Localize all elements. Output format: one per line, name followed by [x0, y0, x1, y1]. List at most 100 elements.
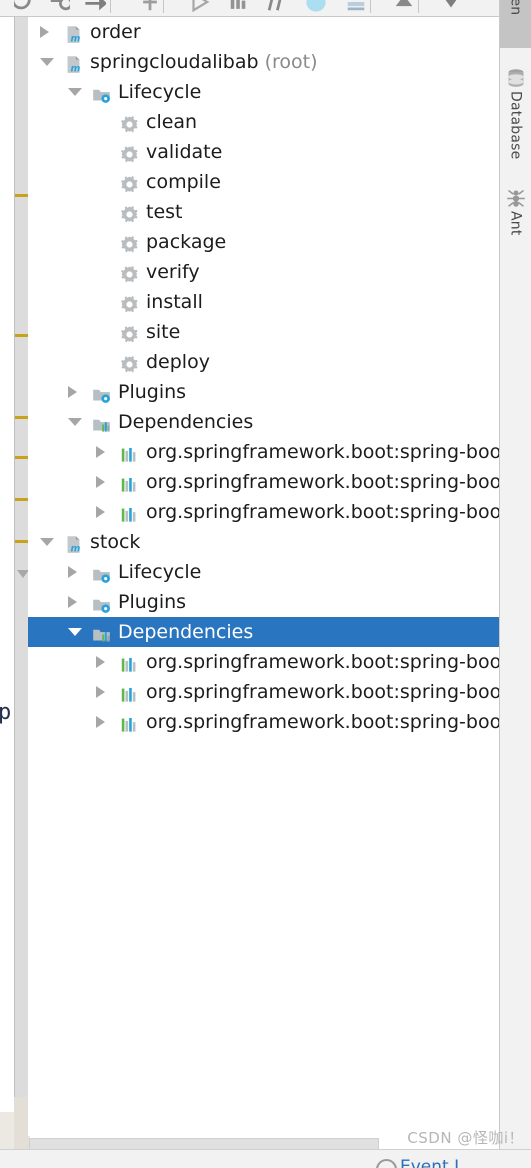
tree-row-verify[interactable]: verify	[28, 257, 500, 287]
show-dependencies-icon[interactable]	[345, 0, 367, 13]
tree-row-test[interactable]: test	[28, 197, 500, 227]
tree-row-clean[interactable]: clean	[28, 107, 500, 137]
chevron-right-icon[interactable]	[96, 686, 105, 698]
goal-gear-icon	[120, 353, 139, 373]
tree-row-dependencies[interactable]: Dependencies	[28, 617, 500, 647]
tree-row-lifecycle[interactable]: Lifecycle	[28, 557, 500, 587]
chevron-right-icon[interactable]	[96, 506, 105, 518]
chevron-right-icon[interactable]	[96, 716, 105, 728]
tree-row-label: org.springframework.boot:spring-boot-sta…	[146, 711, 500, 733]
chevron-down-icon[interactable]	[40, 58, 54, 66]
toolbar-separator	[418, 0, 419, 13]
change-marker[interactable]	[15, 334, 29, 337]
tree-row-site[interactable]: site	[28, 317, 500, 347]
maven-module-icon: m	[64, 23, 83, 45]
maven-projects-tree[interactable]: m order m springcloudalibab (root) Lifecycle…	[28, 17, 500, 1136]
plugins-folder-icon	[92, 593, 111, 613]
chevron-right-icon[interactable]	[96, 656, 105, 668]
chevron-down-icon[interactable]	[68, 628, 82, 636]
tree-row-springcloudalibab[interactable]: m springcloudalibab (root)	[28, 47, 500, 77]
editor-sliver: p	[0, 16, 14, 1168]
tree-row-deploy[interactable]: deploy	[28, 347, 500, 377]
collapse-all-icon[interactable]	[393, 0, 415, 13]
tree-row-dependency[interactable]: org.springframework.boot:spring-boot-sta…	[28, 677, 500, 707]
database-icon	[506, 68, 526, 88]
tree-row-label: Dependencies	[118, 411, 254, 433]
tree-row-plugins[interactable]: Plugins	[28, 377, 500, 407]
side-tab-label: Database	[507, 91, 524, 160]
tree-row-label: org.springframework.boot:spring-boot-sta…	[146, 441, 500, 463]
side-tab-label: Ant	[507, 211, 524, 236]
chevron-right-icon[interactable]	[96, 476, 105, 488]
execute-maven-goal-icon[interactable]	[228, 0, 250, 13]
tree-row-label: Plugins	[118, 381, 187, 403]
refresh-icon[interactable]	[11, 0, 36, 13]
lifecycle-folder-icon	[92, 83, 111, 103]
tree-row-dependency[interactable]: org.springframework.boot:spring-boot-sta…	[28, 647, 500, 677]
goal-gear-icon	[120, 293, 139, 313]
generate-sources-icon[interactable]	[48, 0, 73, 13]
tree-row-dependency[interactable]: org.springframework.boot:spring-boot-sta…	[28, 707, 500, 737]
side-tab-maven[interactable]: ven	[500, 0, 531, 48]
side-tab-database[interactable]: Database	[500, 62, 531, 182]
toggle-offline-mode-icon[interactable]	[265, 0, 287, 13]
change-marker[interactable]	[15, 498, 29, 501]
maven-module-icon: m	[64, 53, 83, 75]
tree-row-package[interactable]: package	[28, 227, 500, 257]
tree-row-compile[interactable]: compile	[28, 167, 500, 197]
chevron-right-icon[interactable]	[68, 596, 77, 608]
ant-icon	[506, 188, 526, 208]
add-maven-project-icon[interactable]	[139, 0, 161, 13]
editor-bottom-band	[0, 1112, 14, 1152]
tree-row-lifecycle[interactable]: Lifecycle	[28, 77, 500, 107]
change-marker[interactable]	[15, 540, 29, 543]
maven-toolbar	[0, 0, 500, 17]
tree-row-label: order	[90, 21, 141, 43]
tree-row-plugins[interactable]: Plugins	[28, 587, 500, 617]
tree-row-validate[interactable]: validate	[28, 137, 500, 167]
tree-row-label: install	[146, 291, 203, 313]
toggle-skip-tests-icon[interactable]	[305, 0, 327, 13]
settings-chevron-icon[interactable]	[440, 0, 462, 13]
tree-row-install[interactable]: install	[28, 287, 500, 317]
tree-row-label: Lifecycle	[118, 81, 202, 103]
run-maven-build-icon[interactable]	[188, 0, 210, 13]
tree-row-label: springcloudalibab (root)	[90, 51, 318, 73]
tree-row-dependencies[interactable]: Dependencies	[28, 407, 500, 437]
chevron-down-icon[interactable]	[68, 418, 82, 426]
chevron-down-icon[interactable]	[40, 538, 54, 546]
dependencies-folder-icon	[92, 413, 111, 432]
change-marker[interactable]	[15, 194, 29, 197]
tree-row-label: org.springframework.boot:spring-boot-sta…	[146, 501, 500, 523]
goal-gear-icon	[120, 173, 139, 193]
svg-text:m: m	[71, 544, 81, 554]
download-sources-icon[interactable]	[84, 0, 108, 13]
dependency-bars-icon	[120, 653, 139, 672]
tree-row-label: package	[146, 231, 227, 253]
tree-row-dependency[interactable]: org.springframework.boot:spring-boot-sta…	[28, 467, 500, 497]
tree-row-stock[interactable]: m stock	[28, 527, 500, 557]
change-marker[interactable]	[15, 456, 29, 459]
change-marker[interactable]	[15, 416, 29, 419]
toolbar-separator	[163, 0, 164, 13]
chevron-right-icon[interactable]	[68, 566, 77, 578]
right-tool-tab-strip: ven Database Ant	[499, 0, 531, 1168]
chevron-right-icon[interactable]	[68, 386, 77, 398]
tree-row-label: validate	[146, 141, 223, 163]
tree-row-dependency[interactable]: org.springframework.boot:spring-boot-sta…	[28, 497, 500, 527]
tree-row-label: verify	[146, 261, 200, 283]
toolbar-separator	[110, 0, 111, 13]
goal-gear-icon	[120, 113, 139, 133]
dependency-bars-icon	[120, 683, 139, 702]
chevron-right-icon[interactable]	[96, 446, 105, 458]
tree-row-order[interactable]: m order	[28, 17, 500, 47]
chevron-right-icon[interactable]	[40, 26, 49, 38]
chevron-down-icon[interactable]	[68, 88, 82, 96]
tree-row-label: compile	[146, 171, 221, 193]
toolbar-separator	[370, 0, 371, 13]
goal-gear-icon	[120, 323, 139, 343]
event-log-label[interactable]: Event L	[400, 1157, 464, 1168]
plugins-folder-icon	[92, 383, 111, 403]
side-tab-ant[interactable]: Ant	[500, 182, 531, 260]
tree-row-dependency[interactable]: org.springframework.boot:spring-boot-sta…	[28, 437, 500, 467]
